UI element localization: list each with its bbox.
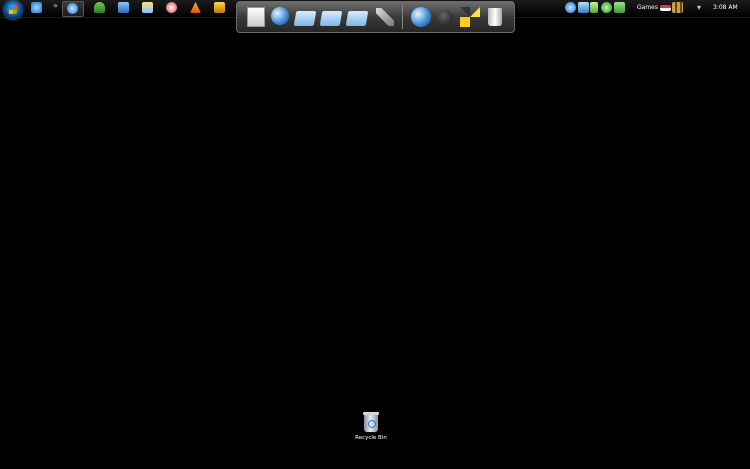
clock[interactable]: 3:08 AM bbox=[713, 4, 738, 11]
pinwheel-icon[interactable] bbox=[458, 5, 480, 29]
people-icon[interactable] bbox=[94, 2, 105, 13]
messenger-icon[interactable] bbox=[614, 2, 625, 13]
flag-icon[interactable] bbox=[660, 5, 671, 11]
task-button-internet-explorer[interactable] bbox=[62, 1, 84, 17]
internet-explorer-tray-icon[interactable] bbox=[565, 2, 576, 13]
document-icon[interactable] bbox=[590, 2, 598, 13]
media-icon[interactable] bbox=[166, 2, 177, 13]
folder-icon[interactable] bbox=[293, 5, 317, 29]
start-button[interactable] bbox=[4, 1, 22, 19]
recycle-bin-label: Recycle Bin bbox=[355, 435, 387, 441]
internet-explorer-icon[interactable] bbox=[31, 2, 42, 13]
computer-icon[interactable] bbox=[118, 2, 129, 13]
puzzle-icon[interactable] bbox=[672, 2, 683, 13]
folder-icon[interactable] bbox=[319, 5, 343, 29]
dock-separator bbox=[402, 5, 403, 29]
photo-gallery-icon[interactable] bbox=[142, 2, 153, 13]
bomb-icon[interactable] bbox=[434, 5, 456, 29]
recycle-bin-icon[interactable] bbox=[484, 5, 506, 29]
tools-icon[interactable] bbox=[373, 5, 395, 29]
folder-icon[interactable] bbox=[345, 5, 369, 29]
globe-icon[interactable] bbox=[409, 5, 431, 29]
vlc-icon[interactable] bbox=[190, 2, 201, 13]
media-player-icon[interactable] bbox=[601, 2, 612, 13]
recycle-bin-icon bbox=[363, 412, 379, 432]
windows-logo-icon bbox=[8, 6, 18, 14]
dock bbox=[236, 1, 515, 33]
internet-explorer-icon bbox=[67, 3, 78, 14]
globe-doc-icon[interactable] bbox=[269, 5, 291, 29]
app-icon[interactable] bbox=[214, 2, 225, 13]
tray-overflow-chevron[interactable]: ▾ bbox=[697, 3, 701, 12]
quicklaunch-overflow-chevron[interactable]: » bbox=[53, 1, 58, 10]
desktop-icon-recycle-bin[interactable]: Recycle Bin bbox=[350, 412, 392, 441]
network-icon[interactable] bbox=[578, 2, 589, 13]
notepad-icon[interactable] bbox=[245, 5, 267, 29]
games-toolbar-label[interactable]: Games bbox=[637, 4, 658, 11]
